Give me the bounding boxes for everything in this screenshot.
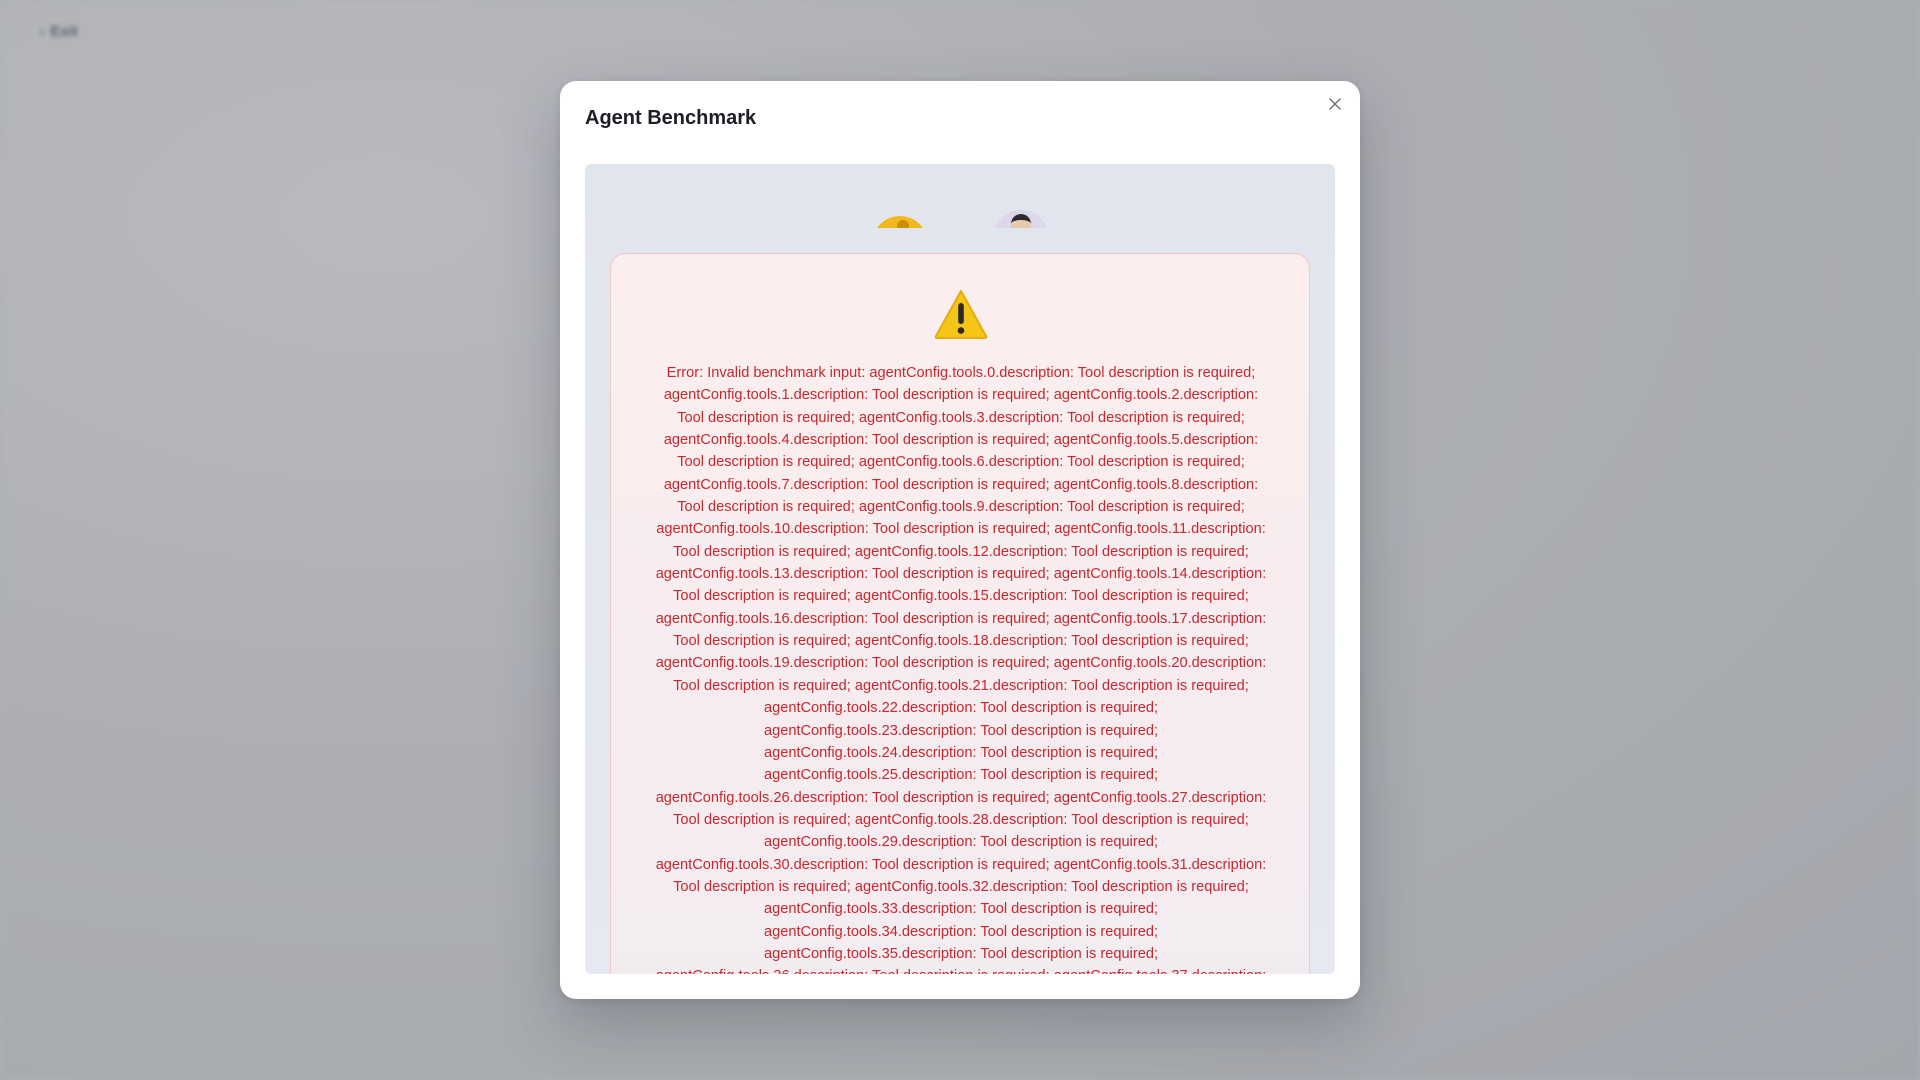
error-line: Tool description is required; agentConfi… (673, 543, 1249, 560)
error-line: agentConfig.tools.10.description: Tool d… (656, 521, 1266, 538)
close-button[interactable] (1324, 93, 1346, 115)
error-line: agentConfig.tools.23.description: Tool d… (764, 722, 1158, 739)
error-line: agentConfig.tools.26.description: Tool d… (655, 789, 1267, 806)
error-line: Tool description is required; agentConfi… (673, 878, 1249, 895)
error-line: Tool description is required; agentConfi… (673, 811, 1249, 828)
benchmark-panel: Error: Invalid benchmark input: agentCon… (585, 164, 1335, 974)
error-line: agentConfig.tools.7.description: Tool de… (663, 476, 1259, 493)
error-line: Tool description is required; agentConfi… (673, 677, 1249, 694)
emoji-avatar (872, 216, 928, 228)
error-line: agentConfig.tools.13.description: Tool d… (655, 566, 1267, 583)
close-icon (1329, 98, 1341, 110)
error-line: agentConfig.tools.29.description: Tool d… (764, 834, 1158, 851)
error-line: agentConfig.tools.22.description: Tool d… (764, 700, 1158, 717)
avatars-strip (585, 164, 1335, 228)
error-line: agentConfig.tools.4.description: Tool de… (663, 432, 1259, 449)
error-card: Error: Invalid benchmark input: agentCon… (610, 253, 1310, 974)
person-avatar (993, 210, 1049, 228)
error-line: Tool description is required; agentConfi… (673, 633, 1249, 650)
error-line: Tool description is required; agentConfi… (677, 409, 1245, 426)
error-line: agentConfig.tools.25.description: Tool d… (764, 767, 1158, 784)
error-line: agentConfig.tools.35.description: Tool d… (764, 945, 1158, 962)
error-line: Tool description is required; agentConfi… (677, 499, 1245, 516)
error-line: agentConfig.tools.36.description: Tool d… (635, 965, 1287, 974)
error-line: agentConfig.tools.24.description: Tool d… (764, 744, 1158, 761)
error-line: agentConfig.tools.19.description: Tool d… (655, 655, 1267, 672)
error-line: Error: Invalid benchmark input: agentCon… (666, 365, 1256, 381)
error-line: Tool description is required; agentConfi… (673, 588, 1249, 605)
error-line: agentConfig.tools.33.description: Tool d… (764, 901, 1158, 918)
error-line: agentConfig.tools.16.description: Tool d… (655, 610, 1267, 627)
error-line: agentConfig.tools.30.description: Tool d… (655, 856, 1267, 873)
warning-icon (934, 290, 988, 339)
error-message: Error: Invalid benchmark input: agentCon… (635, 362, 1287, 974)
error-line: agentConfig.tools.1.description: Tool de… (663, 387, 1259, 404)
error-line: agentConfig.tools.34.description: Tool d… (764, 923, 1158, 940)
modal-title: Agent Benchmark (585, 107, 757, 129)
error-line: Tool description is required; agentConfi… (677, 454, 1245, 471)
benchmark-modal: Agent Benchmark Error: Invalid benchmark… (560, 81, 1360, 999)
